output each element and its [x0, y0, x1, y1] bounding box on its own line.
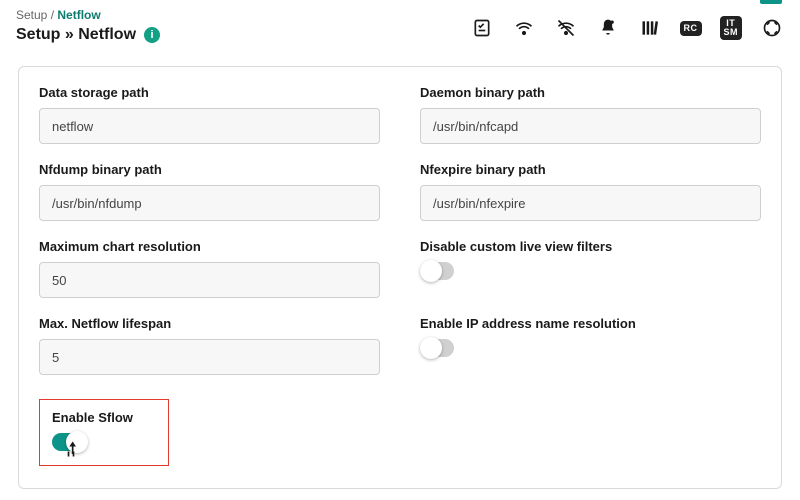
settings-panel: Data storage path Daemon binary path Nfd… — [18, 66, 782, 489]
breadcrumb: Setup / Netflow — [16, 8, 101, 22]
info-icon[interactable]: i — [144, 27, 160, 43]
page-title-prefix: Setup » — [16, 26, 74, 43]
label-enable-resolution: Enable IP address name resolution — [420, 316, 761, 331]
field-max-lifespan: Max. Netflow lifespan — [39, 316, 380, 375]
field-nfexpire-binary-path: Nfexpire binary path — [420, 162, 761, 221]
checklist-icon[interactable] — [470, 16, 494, 40]
field-nfdump-binary-path: Nfdump binary path — [39, 162, 380, 221]
toggle-disable-live-filters[interactable] — [420, 262, 454, 280]
input-max-lifespan[interactable] — [39, 339, 380, 375]
rc-badge-icon[interactable]: RC — [680, 21, 702, 36]
label-daemon-binary-path: Daemon binary path — [420, 85, 761, 100]
input-data-storage-path[interactable] — [39, 108, 380, 144]
breadcrumb-current[interactable]: Netflow — [57, 8, 100, 22]
input-nfexpire-binary-path[interactable] — [420, 185, 761, 221]
field-enable-resolution: Enable IP address name resolution — [420, 316, 761, 375]
itsm-badge-icon[interactable]: IT SM — [720, 16, 743, 40]
label-max-lifespan: Max. Netflow lifespan — [39, 316, 380, 331]
bell-icon[interactable] — [596, 16, 620, 40]
field-daemon-binary-path: Daemon binary path — [420, 85, 761, 144]
label-max-chart-resolution: Maximum chart resolution — [39, 239, 380, 254]
wifi-icon[interactable] — [512, 16, 536, 40]
input-nfdump-binary-path[interactable] — [39, 185, 380, 221]
toggle-enable-sflow[interactable] — [52, 433, 86, 451]
label-data-storage-path: Data storage path — [39, 85, 380, 100]
toolbar: RC IT SM — [470, 16, 785, 40]
field-disable-live-filters: Disable custom live view filters — [420, 239, 761, 298]
input-max-chart-resolution[interactable] — [39, 262, 380, 298]
page-title-current: Netflow — [78, 26, 136, 43]
toolbar-accent — [760, 0, 782, 4]
highlight-enable-sflow: Enable Sflow — [39, 399, 169, 466]
expand-icon[interactable] — [760, 16, 784, 40]
toggle-enable-resolution[interactable] — [420, 339, 454, 357]
label-nfexpire-binary-path: Nfexpire binary path — [420, 162, 761, 177]
label-enable-sflow: Enable Sflow — [52, 410, 156, 425]
breadcrumb-sep: / — [51, 8, 54, 22]
label-nfdump-binary-path: Nfdump binary path — [39, 162, 380, 177]
field-data-storage-path: Data storage path — [39, 85, 380, 144]
breadcrumb-parent[interactable]: Setup — [16, 8, 47, 22]
field-max-chart-resolution: Maximum chart resolution — [39, 239, 380, 298]
wifi-off-icon[interactable] — [554, 16, 578, 40]
input-daemon-binary-path[interactable] — [420, 108, 761, 144]
label-disable-live-filters: Disable custom live view filters — [420, 239, 761, 254]
page-title: Setup » Netflow — [16, 26, 136, 44]
library-icon[interactable] — [638, 16, 662, 40]
